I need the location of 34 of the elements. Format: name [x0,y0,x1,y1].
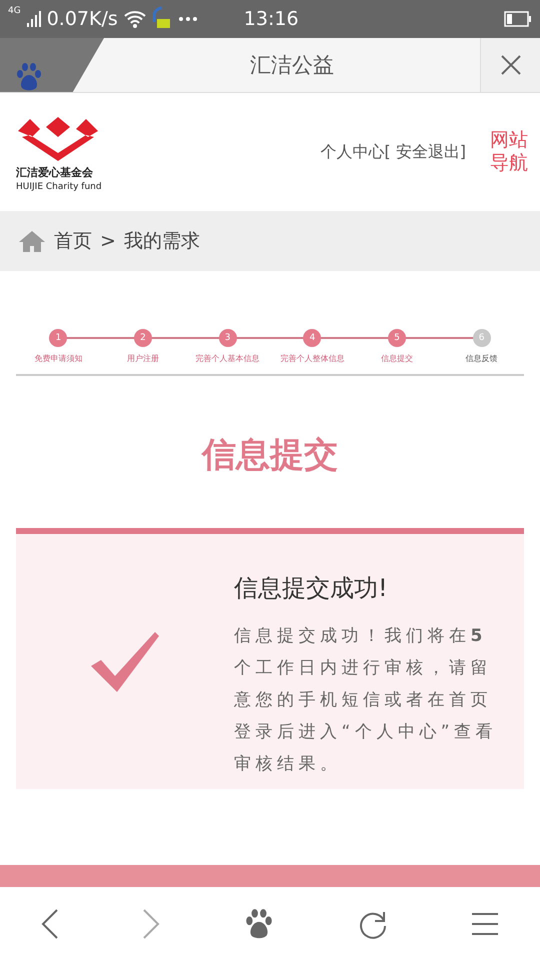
menu-button[interactable] [470,912,499,936]
more-icon [178,16,198,22]
breadcrumb-home-link[interactable]: 首页 [54,228,92,254]
step-number: 1 [49,329,68,347]
close-icon [500,55,520,75]
site-nav-link[interactable]: 网站 导航 [490,129,528,175]
close-button[interactable] [480,38,540,92]
battery-icon [504,11,532,27]
section-title: 信息提交 [200,434,339,477]
step-number: 4 [303,329,322,347]
back-button[interactable] [41,908,60,938]
network-speed: 0.07K/s [46,8,118,30]
step-number: 2 [134,329,152,347]
logo-name: 汇洁爱心基金会 [16,164,93,180]
checkmark-icon [91,632,159,692]
step-number: 5 [388,329,406,347]
logo-english-name: HUIJIE Charity fund [16,182,102,192]
step-label: 信息提交 [380,353,413,364]
signal-icon [26,11,41,27]
network-type: 4G [8,6,21,16]
step-label: 完善个人整体信息 [280,353,344,364]
page-title: 汇洁公益 [249,52,335,79]
step-label: 用户注册 [126,353,159,364]
browser-tab[interactable] [0,38,104,92]
step-label: 信息反馈 [466,353,498,364]
breadcrumb-current: 我的需求 [124,229,200,254]
step-label: 免费申请须知 [34,353,82,364]
result-heading: 信息提交成功! [234,573,389,604]
clock-time: 13:16 [244,8,299,30]
breadcrumb-separator: > [100,230,116,252]
user-center-link[interactable]: 个人中心[ 安全退出] [320,142,466,162]
step-number: 3 [218,329,237,347]
step-label: 完善个人基本信息 [196,353,260,364]
wifi-icon [124,10,146,28]
